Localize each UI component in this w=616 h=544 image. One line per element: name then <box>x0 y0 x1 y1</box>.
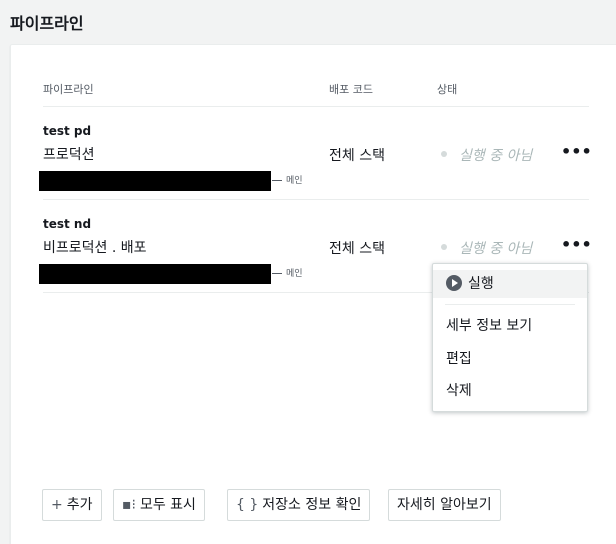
menu-item-label: 실행 <box>468 276 494 292</box>
menu-item-delete[interactable]: 삭제 <box>433 377 587 405</box>
plus-icon: + <box>51 497 63 513</box>
branch-connector <box>272 273 282 274</box>
header-status: 상태 <box>437 83 458 96</box>
status-cell: 실행 중 아님 <box>441 238 532 258</box>
add-button[interactable]: + 추가 <box>42 489 102 521</box>
table-header: 파이프라인 배포 코드 상태 <box>43 81 589 107</box>
repo-info-button[interactable]: { } 저장소 정보 확인 <box>227 489 371 521</box>
status-dot-icon <box>441 151 447 157</box>
menu-item-view-details[interactable]: 세부 정보 보기 <box>433 312 587 340</box>
deploy-code: 전체 스택 <box>329 241 385 257</box>
pipeline-name[interactable]: test nd <box>43 217 91 231</box>
pipeline-name[interactable]: test pd <box>43 124 91 138</box>
play-circle-icon <box>446 275 462 291</box>
status-dot-icon <box>441 244 447 250</box>
list-icon: ▪⁝ <box>122 497 136 513</box>
more-actions-button[interactable]: ••• <box>561 143 592 161</box>
status-text: 실행 중 아님 <box>459 148 533 164</box>
redacted-block <box>39 264 271 284</box>
branch-connector <box>272 180 282 181</box>
table-row[interactable]: test pd 프로덕션 메인 전체 스택 실행 중 아님 ••• <box>39 107 592 200</box>
show-all-button[interactable]: ▪⁝ 모두 표시 <box>113 489 205 521</box>
status-text: 실행 중 아님 <box>459 241 533 257</box>
braces-icon: { } <box>236 497 259 513</box>
pipeline-stage: 프로덕션 <box>43 147 95 163</box>
learn-more-button[interactable]: 자세히 알아보기 <box>388 489 501 521</box>
deploy-code: 전체 스택 <box>329 148 385 164</box>
branch-label: 메인 <box>286 269 303 279</box>
menu-item-edit[interactable]: 편집 <box>433 345 587 373</box>
status-cell: 실행 중 아님 <box>441 145 532 165</box>
redacted-block <box>39 171 271 191</box>
menu-divider <box>445 304 575 305</box>
row-actions-menu: 실행 세부 정보 보기 편집 삭제 <box>432 263 588 412</box>
branch-label: 메인 <box>286 176 303 186</box>
page-title: 파이프라인 <box>10 14 84 33</box>
menu-item-run[interactable]: 실행 <box>433 270 587 298</box>
header-deploy-code: 배포 코드 <box>329 83 373 96</box>
pipeline-stage: 비프로덕션 . 배포 <box>43 240 147 256</box>
header-pipeline: 파이프라인 <box>43 83 94 96</box>
more-actions-button[interactable]: ••• <box>561 236 592 254</box>
